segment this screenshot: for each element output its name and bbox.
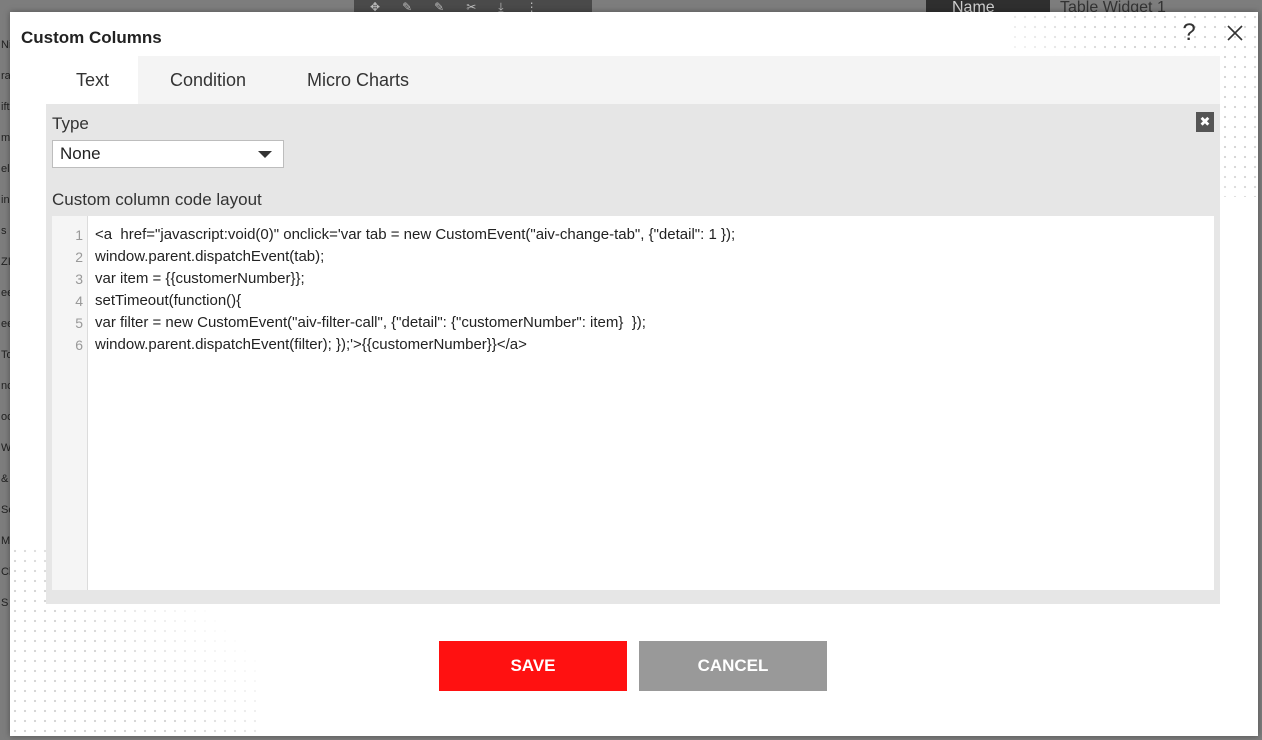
line-number: 6 [75,337,83,353]
code-line: 2 window.parent.dispatchEvent(tab); [52,246,1214,268]
tab-bar: Text Condition Micro Charts [46,56,1220,104]
type-selected-value: None [60,144,101,163]
caret-down-icon [258,151,272,158]
line-number: 3 [75,271,83,287]
type-label: Type [52,114,89,133]
save-button[interactable]: SAVE [439,641,627,691]
code-text: window.parent.dispatchEvent(filter); });… [95,336,527,353]
code-layout-label: Custom column code layout [52,190,262,209]
remove-panel-icon[interactable]: ✖ [1196,112,1214,132]
line-number: 1 [75,227,83,243]
code-line: 4 setTimeout(function(){ [52,290,1214,312]
custom-columns-dialog: Custom Columns ? Text Condition Micro Ch… [10,12,1258,736]
code-text: var filter = new CustomEvent("aiv-filter… [95,314,646,331]
code-text: var item = {{customerNumber}}; [95,270,305,287]
cancel-button[interactable]: CANCEL [639,641,827,691]
code-editor[interactable]: 1 <a href="javascript:void(0)" onclick='v… [52,216,1214,590]
code-line: 5 var filter = new CustomEvent("aiv-filte… [52,312,1214,334]
code-line: 6 window.parent.dispatchEvent(filter); })… [52,334,1214,356]
dialog-title: Custom Columns [21,28,162,47]
code-lines: 1 <a href="javascript:void(0)" onclick='v… [52,224,1214,356]
text-tab-panel: Type ✖ None Custom column code layout 1 <… [46,104,1220,604]
line-number: 4 [75,293,83,309]
line-number: 2 [75,249,83,265]
tab-condition[interactable]: Condition [138,56,278,104]
code-line: 1 <a href="javascript:void(0)" onclick='v… [52,224,1214,246]
close-icon[interactable] [1224,22,1246,44]
line-number: 5 [75,315,83,331]
type-select[interactable]: None [52,140,284,168]
tab-micro-charts[interactable]: Micro Charts [278,56,438,104]
code-text: setTimeout(function(){ [95,292,242,309]
code-text: <a href="javascript:void(0)" onclick='va… [95,226,736,243]
help-icon[interactable]: ? [1178,20,1200,46]
tab-text[interactable]: Text [46,56,138,104]
code-line: 3 var item = {{customerNumber}}; [52,268,1214,290]
code-text: window.parent.dispatchEvent(tab); [95,248,325,265]
